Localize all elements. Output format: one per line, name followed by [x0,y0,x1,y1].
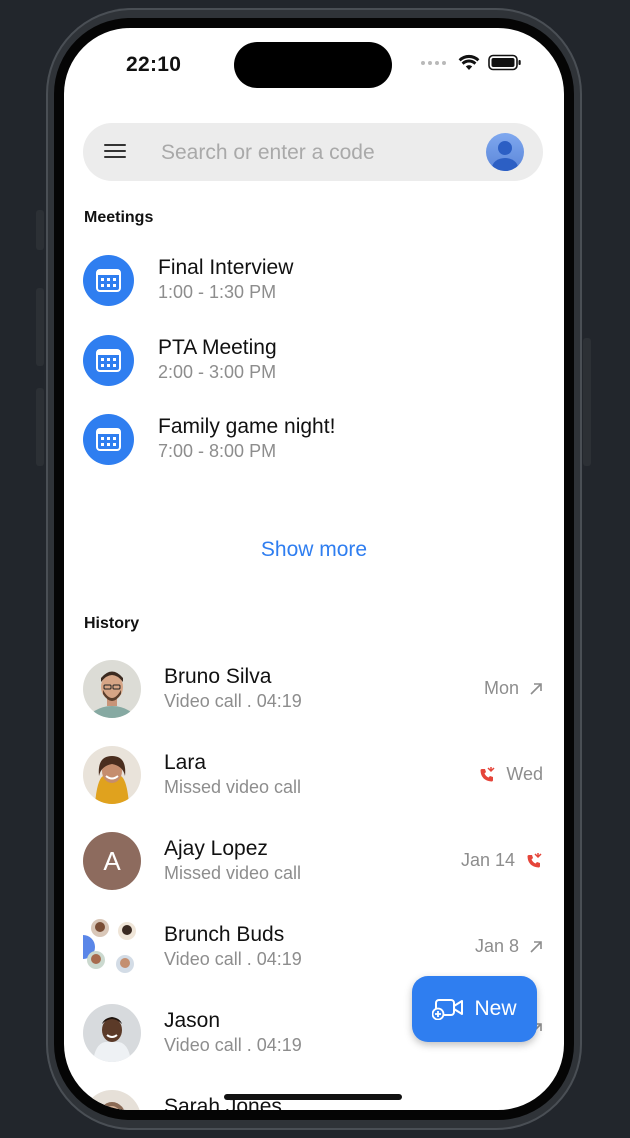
call-meta: Jan 8 [475,936,543,957]
meeting-item[interactable]: Final Interview 1:00 - 1:30 PM [83,253,523,309]
calendar-icon [83,335,134,386]
history-item[interactable]: Bruno Silva Video call . 04:19 Mon [83,660,543,722]
battery-icon [488,54,521,71]
outgoing-arrow-icon [530,682,542,695]
contact-name: Brunch Buds [164,923,285,946]
missed-call-icon [480,766,495,781]
history-item[interactable]: Lara Missed video call Wed [83,746,543,808]
new-call-button[interactable]: New [412,976,537,1042]
person-icon [492,141,518,171]
account-avatar[interactable] [486,133,524,171]
contact-name: Jason [164,1009,221,1032]
calendar-icon [83,255,134,306]
call-meta: Mon [484,678,543,699]
contact-name: Bruno Silva [164,665,272,688]
new-call-label: New [474,997,517,1020]
avatar-initial: A [83,832,141,890]
cellular-signal-icon [421,60,446,65]
contact-name: Ajay Lopez [164,837,268,860]
avatar [83,746,141,804]
call-date: Mon [483,678,519,698]
dynamic-island [234,42,392,88]
call-date: Jan 14 [460,850,515,870]
volume-down-button [36,388,44,466]
calendar-icon [83,414,134,465]
call-meta: Wed [478,764,543,785]
power-button [583,338,591,466]
avatar [83,1004,141,1062]
call-detail: Video call . 04:19 [164,691,302,711]
meeting-item[interactable]: Family game night! 7:00 - 8:00 PM [83,412,523,468]
app-screen: 22:10 Meetings Final Interview [64,28,564,1110]
avatar [83,1090,141,1110]
meeting-time: 1:00 - 1:30 PM [158,282,277,302]
call-date: Jan 8 [474,936,519,956]
call-detail: Video call . 04:19 [164,1035,302,1055]
status-icons [421,54,522,71]
home-indicator[interactable] [224,1094,402,1100]
call-detail: Missed video call [164,777,302,797]
new-video-call-icon [432,999,464,1020]
history-item[interactable]: A Ajay Lopez Missed video call Jan 14 [83,832,543,894]
group-avatar [83,918,141,976]
call-meta: Jan 14 [461,850,543,871]
search-input[interactable] [159,123,463,183]
silent-switch [36,210,44,250]
wifi-icon [458,54,480,70]
avatar [83,660,141,718]
meeting-item[interactable]: PTA Meeting 2:00 - 3:00 PM [83,333,523,389]
menu-icon[interactable] [104,144,126,160]
call-date: Wed [506,764,543,784]
missed-call-icon [527,852,542,867]
show-more-link[interactable]: Show more [64,538,564,562]
contact-name: Lara [164,751,207,774]
meeting-title: Final Interview [158,256,294,279]
call-detail: Video call . 04:19 [164,949,302,969]
call-detail: Missed video call [164,863,302,883]
history-heading: History [84,615,140,632]
meeting-title: Family game night! [158,415,336,438]
history-item[interactable]: Brunch Buds Video call . 04:19 Jan 8 [83,918,543,980]
search-bar[interactable] [83,123,543,183]
meeting-title: PTA Meeting [158,336,277,359]
outgoing-arrow-icon [530,940,542,953]
meetings-heading: Meetings [84,209,154,226]
meeting-time: 7:00 - 8:00 PM [158,441,277,461]
status-time: 22:10 [126,53,182,76]
volume-up-button [36,288,44,366]
history-item[interactable]: Sarah Jones [83,1090,543,1110]
meeting-time: 2:00 - 3:00 PM [158,362,277,382]
